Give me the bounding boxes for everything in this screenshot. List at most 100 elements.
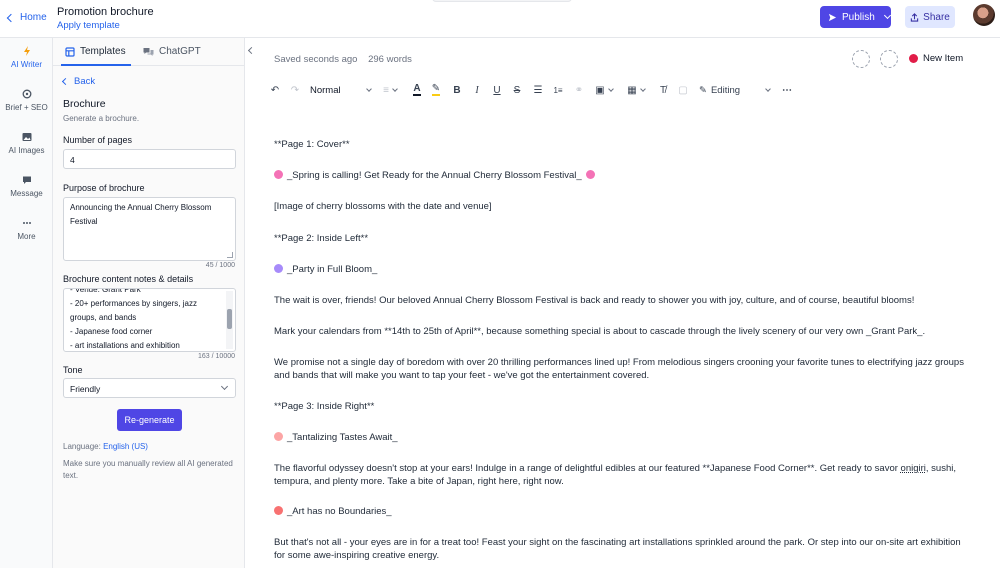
doc-paragraph: But that's not all - your eyes are in fo…: [274, 537, 961, 561]
template-panel: Templates ChatGPT Back Brochure Generate…: [53, 38, 245, 568]
notes-lines: - Venue: Grant Park - 20+ performances b…: [70, 288, 229, 351]
highlight-icon[interactable]: ✎: [429, 82, 443, 98]
purpose-text: Announcing the Annual Cherry Blossom Fes…: [70, 203, 212, 226]
doc-paragraph: [Image of cherry blossoms with the date …: [274, 201, 492, 212]
cherry-blossom-icon: [585, 170, 595, 179]
doc-paragraph: _Tantalizing Tastes Await_: [274, 432, 969, 445]
food-icon: [274, 432, 283, 441]
publish-icon: [828, 13, 837, 21]
home-link[interactable]: Home: [6, 12, 47, 23]
pages-input[interactable]: 4: [63, 149, 236, 169]
tab-chatgpt[interactable]: ChatGPT: [143, 46, 201, 57]
rail-item-message[interactable]: Message: [0, 175, 53, 198]
rail-item-ai-images[interactable]: AI Images: [0, 132, 53, 155]
doc-paragraph: We promise not a single day of boredom w…: [274, 357, 964, 381]
editing-mode-label: Editing: [710, 84, 741, 96]
editor-meta: Saved seconds ago 296 words: [274, 54, 412, 65]
strikethrough-icon[interactable]: S: [510, 82, 524, 98]
notes-line: groups, and bands: [70, 313, 137, 322]
notes-line: - 20+ performances by singers, jazz: [70, 299, 197, 308]
chat-icon: [22, 176, 31, 184]
apply-template-link[interactable]: Apply template: [57, 20, 120, 31]
regenerate-button[interactable]: Re-generate: [117, 409, 182, 431]
chevron-down-icon: [883, 11, 891, 20]
left-rail: AI Writer Brief + SEO AI Images Message …: [0, 38, 53, 568]
editing-mode-dropdown[interactable]: [763, 82, 773, 98]
rail-label: AI Images: [8, 146, 45, 155]
tone-select[interactable]: Friendly: [63, 378, 236, 398]
doc-paragraph: **Page 2: Inside Left**: [274, 233, 369, 244]
purpose-label: Purpose of brochure: [63, 183, 145, 193]
party-popper-icon: [274, 264, 283, 273]
share-icon: [910, 12, 919, 22]
rail-item-ai-writer[interactable]: AI Writer: [0, 46, 53, 69]
bold-icon[interactable]: B: [450, 82, 464, 98]
publish-button[interactable]: Publish: [820, 6, 891, 28]
saved-status: Saved seconds ago: [274, 54, 358, 65]
language-value[interactable]: English (US): [103, 442, 148, 451]
bolt-icon: [23, 46, 30, 56]
numbered-list-icon[interactable]: 1≡: [551, 82, 565, 98]
purpose-counter: 45 / 1000: [205, 262, 235, 269]
table-icon[interactable]: ▦: [625, 82, 647, 98]
status-dot: [909, 54, 918, 63]
redo-icon[interactable]: ↷: [288, 82, 302, 98]
add-user-icon[interactable]: [852, 50, 870, 68]
share-button[interactable]: Share: [905, 6, 955, 28]
rail-label: AI Writer: [11, 60, 42, 69]
chevron-left-icon: [247, 46, 256, 55]
doc-text: _Spring is calling! Get Ready for the An…: [287, 170, 582, 181]
collapse-panel-button[interactable]: [246, 44, 256, 58]
undo-icon[interactable]: ↶: [268, 82, 282, 98]
back-link[interactable]: Back: [61, 76, 95, 87]
paragraph-style-value: Normal: [310, 84, 341, 96]
notes-textarea[interactable]: - Venue: Grant Park - 20+ performances b…: [63, 288, 236, 352]
doc-paragraph: _Art has no Boundaries_: [274, 506, 969, 519]
tab-label: ChatGPT: [159, 46, 201, 57]
assign-icon[interactable]: [880, 50, 898, 68]
top-handle: [432, 0, 572, 2]
notes-scrollbar[interactable]: [226, 291, 233, 349]
doc-text: The flavorful odyssey doesn't stop at yo…: [274, 463, 901, 474]
dots-icon: [22, 222, 31, 224]
document-title[interactable]: Promotion brochure: [57, 6, 154, 18]
new-item-status[interactable]: New Item: [909, 53, 963, 64]
panel-tabs: Templates ChatGPT: [53, 38, 245, 66]
clear-format-icon[interactable]: T̸: [656, 82, 670, 98]
editor-toolbar: ↶ ↷ Normal ≡ A ✎ B I U S ☰ 1≡ ⚭ ▣ ▦ ▢ T̸…: [266, 80, 996, 100]
doc-paragraph: _Spring is calling! Get Ready for the An…: [274, 170, 969, 183]
language-line: Language: English (US): [63, 442, 148, 451]
purpose-textarea[interactable]: Announcing the Annual Cherry Blossom Fes…: [63, 197, 236, 261]
top-bar: Home Promotion brochure Apply template P…: [0, 0, 1000, 38]
chevron-down-icon: [765, 86, 771, 92]
more-options-icon[interactable]: ⋯: [780, 82, 794, 98]
template-subtitle: Generate a brochure.: [63, 114, 140, 123]
tone-label: Tone: [63, 365, 83, 375]
doc-text-underlined: onigiri: [900, 463, 926, 474]
align-icon[interactable]: ≡: [379, 82, 401, 98]
notes-line: - Venue: Grant Park: [70, 288, 141, 294]
active-tab-indicator: [61, 64, 131, 66]
italic-icon[interactable]: I: [470, 82, 484, 98]
paragraph-style-select[interactable]: Normal: [310, 82, 372, 98]
link-icon[interactable]: ⚭: [572, 82, 586, 98]
templates-icon: [65, 46, 75, 57]
avatar[interactable]: [973, 4, 995, 26]
doc-text: _Party in Full Bloom_: [287, 264, 378, 275]
target-icon: [22, 89, 31, 99]
bullet-list-icon[interactable]: ☰: [531, 82, 545, 98]
rail-item-more[interactable]: More: [0, 218, 53, 241]
insert-image-icon[interactable]: ▣: [593, 82, 615, 98]
comment-icon[interactable]: ▢: [676, 82, 690, 98]
review-disclaimer: Make sure you manually review all AI gen…: [63, 459, 233, 480]
doc-paragraph: _Party in Full Bloom_: [274, 264, 969, 277]
resize-handle[interactable]: [227, 252, 233, 258]
scrollbar-thumb[interactable]: [227, 309, 232, 329]
text-color-icon[interactable]: A: [410, 82, 424, 98]
word-count: 296 words: [368, 54, 412, 65]
doc-paragraph: **Page 1: Cover**: [274, 139, 350, 150]
underline-icon[interactable]: U: [490, 82, 504, 98]
rail-item-brief-seo[interactable]: Brief + SEO: [0, 89, 53, 112]
tab-templates[interactable]: Templates: [65, 46, 126, 57]
chevron-left-icon: [6, 13, 16, 23]
